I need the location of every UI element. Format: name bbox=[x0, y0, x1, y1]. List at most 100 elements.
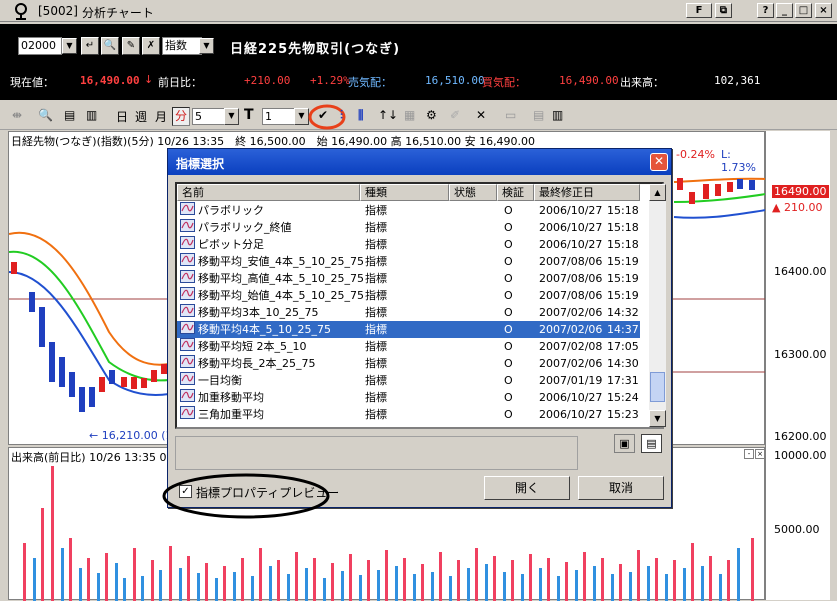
indicator-name: パラボリック bbox=[198, 204, 264, 217]
indicator-type: 指標 bbox=[365, 255, 387, 268]
indicator-name: 移動平均4本_5_10_25_75 bbox=[198, 323, 331, 336]
period-day[interactable]: 日 bbox=[116, 108, 128, 125]
indicator-chevron-down-icon[interactable]: ▼ bbox=[199, 38, 214, 54]
column-header-verify[interactable]: 検証 bbox=[497, 184, 534, 201]
window-titlebar: [5002] 分析チャート F ⧉ ? _ □ × bbox=[0, 0, 837, 22]
indicator-name: 加重移動平均 bbox=[198, 391, 264, 404]
delete-icon[interactable]: ✕ bbox=[476, 108, 486, 122]
period-week[interactable]: 週 bbox=[135, 108, 147, 125]
list-item[interactable]: パラボリック 指標 O 2006/10/27 15:18 bbox=[177, 202, 640, 219]
import-icon[interactable]: ▥ bbox=[552, 108, 563, 122]
indicator-verify: O bbox=[504, 357, 513, 370]
list-item[interactable]: 移動平均4本_5_10_25_75 指標 O 2007/02/06 14:37 bbox=[177, 321, 640, 338]
indicator-type: 指標 bbox=[365, 204, 387, 217]
indicator-select[interactable]: 指数 bbox=[162, 37, 202, 55]
close-window-button[interactable]: × bbox=[815, 3, 832, 18]
large-icon-view-icon[interactable]: ▣ bbox=[614, 434, 635, 453]
bid-label: 買気配： bbox=[482, 76, 526, 89]
clear-icon[interactable]: ✗ bbox=[142, 37, 160, 55]
indicator-date: 2007/08/06 bbox=[539, 255, 603, 268]
current-price-label: 現在値： bbox=[10, 76, 54, 89]
indicator-verify: O bbox=[504, 391, 513, 404]
indicator-name: パラボリック_終値 bbox=[198, 221, 292, 234]
line-width-select[interactable]: 1 bbox=[262, 108, 296, 125]
property-preview-box bbox=[175, 436, 578, 470]
column-header-name[interactable]: 名前 bbox=[177, 184, 360, 201]
search-icon[interactable]: 🔍 bbox=[101, 37, 119, 55]
open-button[interactable]: 開く bbox=[484, 476, 570, 500]
column-header-status[interactable]: 状態 bbox=[449, 184, 497, 201]
list-item[interactable]: 移動平均短 2本_5_10 指標 O 2007/02/08 17:05 bbox=[177, 338, 640, 355]
price-tick-1: 16400.00 bbox=[774, 265, 827, 278]
scroll-down-icon[interactable]: ▼ bbox=[649, 410, 666, 427]
scroll-thumb[interactable] bbox=[650, 372, 665, 402]
checkbox-highlight-annotation bbox=[162, 473, 330, 519]
chevron-down-icon[interactable]: ▼ bbox=[62, 38, 77, 54]
indicator-type: 指標 bbox=[365, 306, 387, 319]
window-title: 分析チャート bbox=[82, 6, 154, 20]
dialog-close-icon[interactable]: ✕ bbox=[650, 153, 668, 171]
interval-chevron-down-icon[interactable]: ▼ bbox=[224, 108, 239, 125]
eraser-icon[interactable]: ✐ bbox=[450, 108, 460, 122]
indicator-verify: O bbox=[504, 289, 513, 302]
cursor-icon[interactable]: ⇼ bbox=[12, 108, 22, 122]
period-minute[interactable]: 分 bbox=[172, 107, 190, 126]
list-item[interactable]: パラボリック_終値 指標 O 2006/10/27 15:18 bbox=[177, 219, 640, 236]
list-scrollbar[interactable]: ▲ ▼ bbox=[649, 184, 666, 427]
price-axis: 16490.00 ▲ 210.00 16400.00 16300.00 1620… bbox=[765, 131, 830, 600]
indicator-name: 移動平均3本_10_25_75 bbox=[198, 306, 319, 319]
scroll-up-icon[interactable]: ▲ bbox=[649, 184, 666, 201]
list-item[interactable]: 移動平均3本_10_25_75 指標 O 2007/02/06 14:32 bbox=[177, 304, 640, 321]
ctrl-f-button[interactable]: F bbox=[686, 3, 712, 18]
maximize-button[interactable]: □ bbox=[795, 3, 812, 18]
list-item[interactable]: 一目均衡 指標 O 2007/01/19 17:31 bbox=[177, 372, 640, 389]
prev-compare-label: 前日比： bbox=[158, 76, 202, 89]
bid-value: 16,490.00 bbox=[559, 74, 619, 87]
copy-icon[interactable]: ⧉ bbox=[715, 3, 732, 18]
page-copy-icon[interactable]: ▥ bbox=[86, 108, 97, 122]
cancel-button[interactable]: 取消 bbox=[578, 476, 664, 500]
list-item[interactable]: 移動平均_安値_4本_5_10_25_75 指標 O 2007/08/06 15:19 bbox=[177, 253, 640, 270]
candle-chart-icon[interactable]: ⫼ bbox=[358, 108, 364, 123]
sort-icon[interactable]: ↑↓ bbox=[378, 108, 398, 122]
code-select[interactable]: 02000 bbox=[18, 37, 62, 55]
column-header-modified[interactable]: 最終修正日 bbox=[534, 184, 640, 201]
column-header-type[interactable]: 種類 bbox=[360, 184, 449, 201]
interval-select[interactable]: 5 bbox=[192, 108, 226, 125]
text-tool-icon[interactable]: T bbox=[244, 107, 254, 123]
save-icon[interactable]: ▭ bbox=[505, 108, 516, 122]
period-month[interactable]: 月 bbox=[155, 108, 167, 125]
indicator-wave-icon bbox=[180, 406, 195, 419]
list-item[interactable]: 加重移動平均 指標 O 2006/10/27 15:24 bbox=[177, 389, 640, 406]
indicator-date: 2007/02/06 bbox=[539, 357, 603, 370]
enter-icon[interactable]: ↵ bbox=[81, 37, 99, 55]
indicator-date: 2006/10/27 bbox=[539, 391, 603, 404]
list-item[interactable]: ピボット分足 指標 O 2006/10/27 15:18 bbox=[177, 236, 640, 253]
detail-view-icon[interactable]: ▤ bbox=[641, 434, 662, 453]
bar-chart-icon[interactable]: ⫶ bbox=[340, 108, 343, 123]
export-icon[interactable]: ▤ bbox=[533, 108, 544, 122]
list-item[interactable]: 移動平均_高値_4本_5_10_25_75 指標 O 2007/08/06 15:19 bbox=[177, 270, 640, 287]
indicator-time: 15:19 bbox=[607, 289, 639, 302]
page-icon[interactable]: ▤ bbox=[64, 108, 75, 122]
zoom-icon[interactable]: 🔍 bbox=[38, 108, 53, 122]
list-item[interactable]: 三角加重平均 指標 O 2006/10/27 15:23 bbox=[177, 406, 640, 423]
current-price: 16,490.00 bbox=[80, 74, 140, 87]
price-tick-2: 16300.00 bbox=[774, 348, 827, 361]
volume-label: 出来高： bbox=[620, 76, 664, 89]
indicator-verify: O bbox=[504, 374, 513, 387]
indicator-verify: O bbox=[504, 204, 513, 217]
indicator-type: 指標 bbox=[365, 340, 387, 353]
grid-icon[interactable]: ▦ bbox=[404, 108, 415, 122]
indicator-name: 三角加重平均 bbox=[198, 408, 264, 421]
indicator-verify: O bbox=[504, 221, 513, 234]
list-item[interactable]: 移動平均長_2本_25_75 指標 O 2007/02/06 14:30 bbox=[177, 355, 640, 372]
edit-icon[interactable]: ✎ bbox=[122, 37, 140, 55]
minimize-button[interactable]: _ bbox=[776, 3, 793, 18]
list-item[interactable]: 移動平均_始値_4本_5_10_25_75 指標 O 2007/08/06 15:19 bbox=[177, 287, 640, 304]
indicator-verify: O bbox=[504, 323, 513, 336]
help-button[interactable]: ? bbox=[757, 3, 774, 18]
indicator-list[interactable]: 名前 種類 状態 検証 最終修正日 パラボリック 指標 O 2006/10/27 15:… bbox=[175, 182, 666, 429]
settings-icon[interactable]: ⚙ bbox=[426, 108, 437, 122]
indicator-date: 2007/01/19 bbox=[539, 374, 603, 387]
